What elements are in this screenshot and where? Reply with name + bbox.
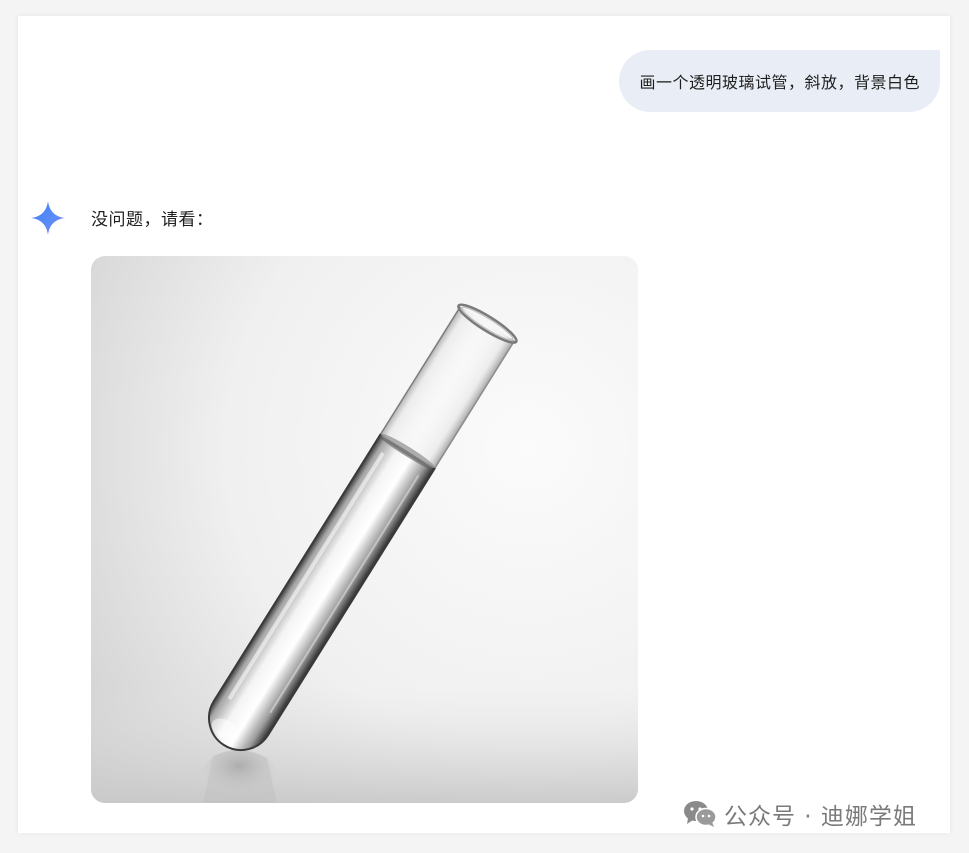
sparkle-icon (31, 201, 65, 235)
watermark: 公众号 · 迪娜学姐 (682, 797, 917, 831)
user-message-text: 画一个透明玻璃试管，斜放，背景白色 (639, 73, 920, 92)
assistant-message-text: 没问题，请看： (91, 210, 214, 230)
watermark-text: 公众号 · 迪娜学姐 (724, 804, 917, 830)
chat-panel: 画一个透明玻璃试管，斜放，背景白色 没问题，请看： (18, 16, 950, 833)
wechat-icon (684, 801, 717, 827)
user-message-bubble: 画一个透明玻璃试管，斜放，背景白色 (619, 50, 940, 112)
generated-image[interactable] (91, 256, 638, 803)
test-tube-illustration (91, 256, 638, 803)
